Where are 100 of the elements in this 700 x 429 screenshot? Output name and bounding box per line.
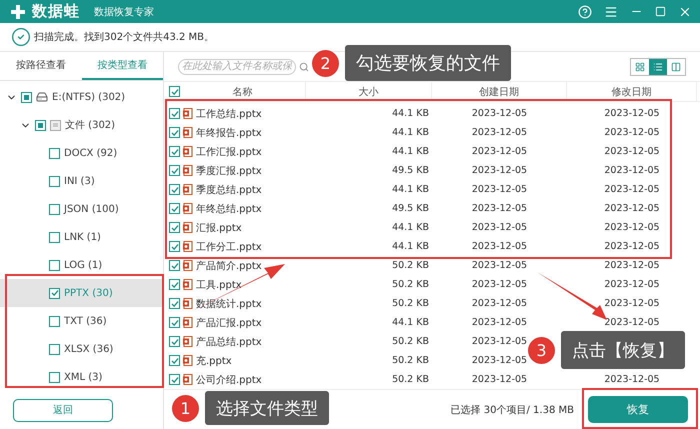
file-size: 44.1 KB [392, 241, 429, 252]
checkbox[interactable] [169, 336, 180, 348]
tree-label: INI (3) [64, 176, 95, 186]
tree-item[interactable]: INI (3) [0, 167, 163, 195]
checkbox[interactable] [169, 355, 180, 366]
file-name: 产品总结.pptx [196, 336, 262, 349]
file-size: 44.1 KB [392, 108, 429, 120]
tree-label: XML (3) [64, 372, 102, 382]
checkbox[interactable] [169, 222, 180, 234]
menu-icon[interactable] [604, 4, 618, 18]
tree-item[interactable]: TXT (36) [0, 307, 163, 335]
app-subtitle: 数据恢复专家 [94, 6, 154, 18]
created-date: 2023-12-05 [472, 374, 528, 386]
checkbox[interactable] [21, 92, 32, 102]
checkbox[interactable] [169, 279, 180, 290]
modified-date: 2023-12-05 [604, 184, 660, 196]
list-view-button[interactable] [649, 58, 667, 74]
tree-label: 文件 (302) [65, 118, 116, 132]
checkbox[interactable] [35, 120, 46, 130]
app-name: 数据蛙 [32, 2, 80, 21]
checkbox[interactable] [49, 372, 60, 382]
checkbox[interactable] [49, 344, 60, 354]
checkbox[interactable] [169, 108, 180, 120]
checkbox[interactable] [49, 316, 60, 326]
checkbox[interactable] [169, 146, 180, 158]
view-tab[interactable]: 按类型查看 [82, 52, 163, 80]
checkbox[interactable] [169, 127, 180, 138]
maximize-icon[interactable] [655, 6, 666, 17]
checkbox[interactable] [169, 298, 180, 310]
tree-label: LOG (1) [64, 260, 102, 270]
columns-icon [671, 62, 681, 72]
checkbox[interactable] [49, 204, 60, 214]
view-tab[interactable]: 按路径查看 [0, 52, 82, 80]
checkbox[interactable] [169, 374, 180, 386]
checkbox[interactable] [169, 86, 180, 98]
back-button[interactable]: 返回 [13, 398, 113, 422]
modified-date: 2023-12-05 [604, 374, 660, 386]
help-icon[interactable] [578, 4, 592, 18]
checkbox[interactable] [169, 260, 180, 272]
checkbox[interactable] [49, 232, 60, 242]
file-name: 数据统计.pptx [196, 298, 262, 311]
checkbox[interactable] [49, 260, 60, 270]
presentation-file-icon [183, 146, 193, 158]
grid-icon [635, 62, 645, 72]
file-name: 工作分工.pptx [196, 240, 262, 254]
tree-label: JSON (100) [64, 204, 119, 214]
presentation-file-icon [183, 127, 193, 138]
column-header: 创建日期 [479, 86, 519, 99]
file-name: 工具.pptx [196, 278, 242, 292]
checkbox[interactable] [49, 288, 60, 298]
tree-label: TXT (36) [64, 316, 107, 326]
file-name: 季度汇报.pptx [196, 164, 262, 178]
callout-text: 勾选要恢复的文件 [345, 45, 511, 81]
drive-icon [36, 91, 48, 103]
callout-text: 点击【恢复】 [561, 331, 685, 369]
tree-label: XLSX (36) [64, 344, 114, 354]
tree-item[interactable]: E:(NTFS) (302) [0, 83, 163, 111]
presentation-file-icon [183, 184, 193, 196]
presentation-file-icon [183, 260, 193, 272]
modified-date: 2023-12-05 [604, 241, 660, 252]
search-field[interactable]: 在此处输入文件名称或保 [178, 58, 296, 74]
tree-item[interactable]: LNK (1) [0, 223, 163, 251]
created-date: 2023-12-05 [472, 203, 528, 214]
checkbox[interactable] [49, 148, 60, 158]
modified-date: 2023-12-05 [604, 165, 660, 176]
scan-status: 扫描完成。找到302个文件共43.2 MB。 [34, 30, 214, 44]
file-size: 50.2 KB [392, 355, 429, 366]
modified-date: 2023-12-05 [604, 146, 660, 158]
modified-date: 2023-12-05 [604, 222, 660, 234]
tree-item[interactable]: 文件 (302) [0, 111, 163, 139]
checkbox[interactable] [169, 203, 180, 214]
modified-date: 2023-12-05 [604, 108, 660, 120]
presentation-file-icon [183, 298, 193, 310]
file-name: 产品简介.pptx [196, 260, 262, 273]
selection-summary: 已选择 30个项目/ 1.38 MB [450, 404, 574, 417]
tree-item[interactable]: DOCX (92) [0, 139, 163, 167]
created-date: 2023-12-05 [472, 241, 528, 252]
file-name: 工作汇报.pptx [196, 146, 262, 159]
tree-item[interactable]: LOG (1) [0, 251, 163, 279]
file-name: 充.pptx [196, 354, 232, 368]
checkbox[interactable] [169, 317, 180, 328]
checkbox[interactable] [49, 176, 60, 186]
tree-item[interactable]: JSON (100) [0, 195, 163, 223]
column-header: 大小 [358, 86, 378, 99]
created-date: 2023-12-05 [472, 336, 528, 348]
tree-item[interactable]: XML (3) [0, 363, 163, 391]
modified-date: 2023-12-05 [604, 260, 660, 272]
presentation-file-icon [183, 317, 193, 328]
checkbox[interactable] [169, 241, 180, 252]
column-header: 修改日期 [612, 86, 652, 99]
step-number: 3 [528, 336, 555, 364]
search-icon[interactable] [299, 62, 309, 72]
presentation-file-icon [183, 279, 193, 290]
tree-item[interactable]: XLSX (36) [0, 335, 163, 363]
modified-date: 2023-12-05 [604, 298, 660, 310]
file-size: 44.1 KB [392, 317, 429, 328]
checkbox[interactable] [169, 165, 180, 176]
checkbox[interactable] [169, 184, 180, 196]
recover-button[interactable]: 恢复 [588, 396, 688, 424]
modified-date: 2023-12-05 [604, 317, 660, 328]
